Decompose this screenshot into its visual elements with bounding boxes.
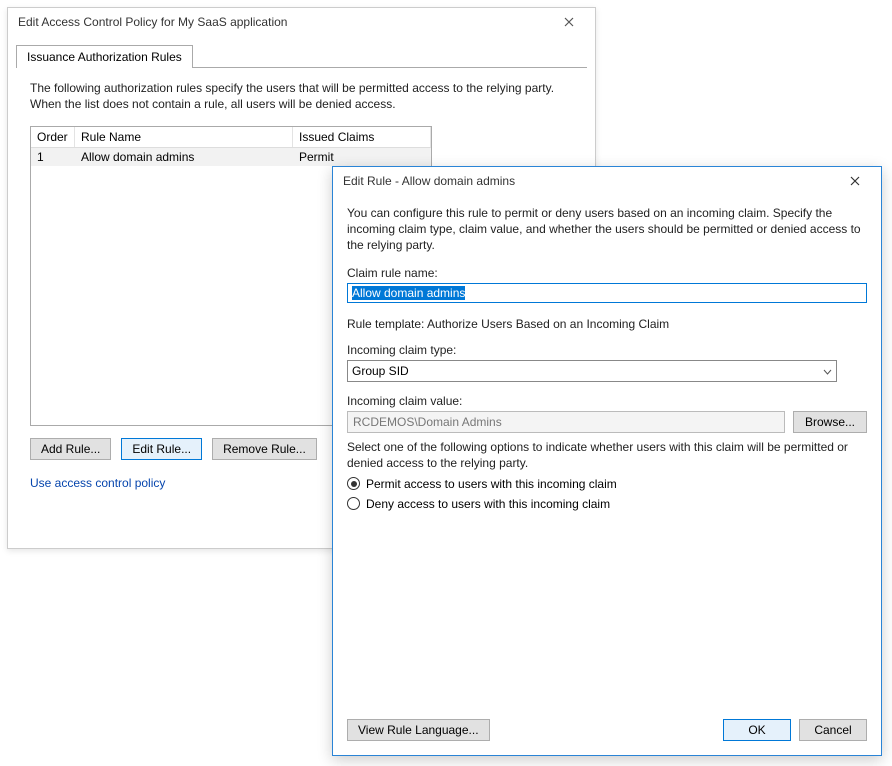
close-button[interactable] bbox=[835, 169, 875, 193]
incoming-claim-type-select[interactable]: Group SID bbox=[347, 360, 837, 382]
ok-button[interactable]: OK bbox=[723, 719, 791, 741]
cancel-button[interactable]: Cancel bbox=[799, 719, 867, 741]
edit-rule-dialog: Edit Rule - Allow domain admins You can … bbox=[332, 166, 882, 756]
incoming-claim-type-label: Incoming claim type: bbox=[347, 343, 867, 357]
radio-deny[interactable] bbox=[347, 497, 360, 510]
incoming-claim-value-row: RCDEMOS\Domain Admins Browse... bbox=[347, 411, 867, 433]
radio-permit-row[interactable]: Permit access to users with this incomin… bbox=[347, 477, 867, 491]
select-option-text: Select one of the following options to i… bbox=[347, 439, 867, 471]
table-row[interactable]: 1 Allow domain admins Permit bbox=[31, 148, 431, 166]
titlebar: Edit Rule - Allow domain admins bbox=[333, 167, 881, 195]
front-dialog-footer: View Rule Language... OK Cancel bbox=[347, 719, 867, 741]
tabstrip: Issuance Authorization Rules bbox=[16, 44, 587, 67]
close-icon bbox=[850, 176, 860, 186]
rule-template-text: Rule template: Authorize Users Based on … bbox=[347, 317, 867, 331]
incoming-claim-type-value: Group SID bbox=[352, 364, 409, 378]
incoming-claim-value-label: Incoming claim value: bbox=[347, 394, 867, 408]
col-header-rule-name[interactable]: Rule Name bbox=[75, 127, 293, 147]
dialog-body: You can configure this rule to permit or… bbox=[333, 195, 881, 755]
cell-issued-claims: Permit bbox=[293, 148, 431, 166]
dialog-title: Edit Rule - Allow domain admins bbox=[339, 174, 835, 188]
radio-permit[interactable] bbox=[347, 477, 360, 490]
close-button[interactable] bbox=[549, 10, 589, 34]
titlebar: Edit Access Control Policy for My SaaS a… bbox=[8, 8, 595, 36]
cell-order: 1 bbox=[31, 148, 75, 166]
grid-header: Order Rule Name Issued Claims bbox=[31, 127, 431, 148]
incoming-claim-value-input: RCDEMOS\Domain Admins bbox=[347, 411, 785, 433]
claim-rule-name-label: Claim rule name: bbox=[347, 266, 867, 280]
dialog-title: Edit Access Control Policy for My SaaS a… bbox=[14, 15, 549, 29]
col-header-order[interactable]: Order bbox=[31, 127, 75, 147]
chevron-down-icon bbox=[823, 364, 832, 378]
cell-rule-name: Allow domain admins bbox=[75, 148, 293, 166]
tab-issuance-authorization-rules[interactable]: Issuance Authorization Rules bbox=[16, 45, 193, 68]
radio-permit-label: Permit access to users with this incomin… bbox=[366, 477, 617, 491]
view-rule-language-button[interactable]: View Rule Language... bbox=[347, 719, 490, 741]
col-header-issued-claims[interactable]: Issued Claims bbox=[293, 127, 431, 147]
intro-text: You can configure this rule to permit or… bbox=[347, 205, 867, 254]
browse-button[interactable]: Browse... bbox=[793, 411, 867, 433]
instructions-text: The following authorization rules specif… bbox=[30, 80, 573, 112]
use-access-control-policy-link[interactable]: Use access control policy bbox=[30, 476, 165, 490]
close-icon bbox=[564, 17, 574, 27]
edit-rule-button[interactable]: Edit Rule... bbox=[121, 438, 202, 460]
radio-deny-row[interactable]: Deny access to users with this incoming … bbox=[347, 497, 867, 511]
radio-deny-label: Deny access to users with this incoming … bbox=[366, 497, 610, 511]
claim-rule-name-input[interactable]: Allow domain admins bbox=[347, 283, 867, 303]
remove-rule-button[interactable]: Remove Rule... bbox=[212, 438, 317, 460]
add-rule-button[interactable]: Add Rule... bbox=[30, 438, 111, 460]
claim-rule-name-value: Allow domain admins bbox=[352, 286, 465, 300]
